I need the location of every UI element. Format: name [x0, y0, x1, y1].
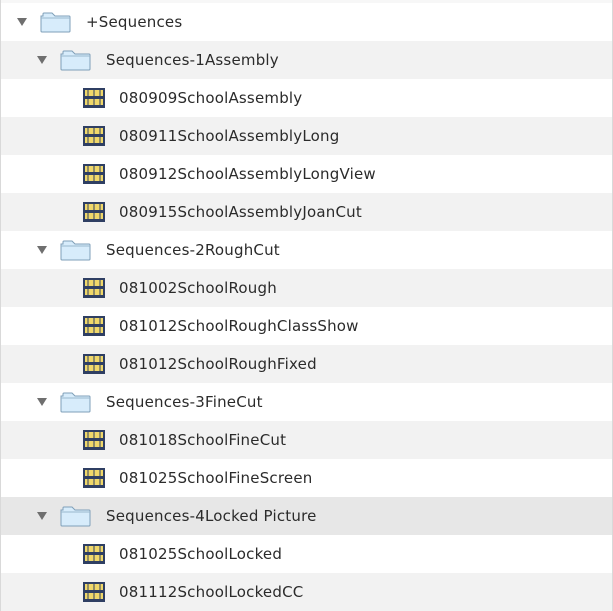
- sequence-icon: [82, 277, 106, 299]
- tree-row-label: +Sequences: [86, 13, 183, 31]
- folder-icon: [59, 239, 92, 261]
- tree-row-label: 080911SchoolAssemblyLong: [119, 127, 340, 145]
- tree-row-label: 081018SchoolFineCut: [119, 431, 287, 449]
- tree-row-sequence[interactable]: 081025SchoolFineScreen: [1, 459, 612, 497]
- tree-row-sequence[interactable]: 080915SchoolAssemblyJoanCut: [1, 193, 612, 231]
- tree-row-label: 081012SchoolRoughFixed: [119, 355, 317, 373]
- tree-row-label: 080912SchoolAssemblyLongView: [119, 165, 376, 183]
- tree-row-label: 081112SchoolLockedCC: [119, 583, 304, 601]
- tree-row-sequence[interactable]: 080911SchoolAssemblyLong: [1, 117, 612, 155]
- folder-icon: [59, 505, 92, 527]
- sequence-icon: [82, 125, 106, 147]
- tree-row-sequence[interactable]: 080912SchoolAssemblyLongView: [1, 155, 612, 193]
- bin-browser: +Sequences Sequences-1Assembly 080909Sch…: [0, 0, 613, 611]
- tree-row-sequence[interactable]: 081012SchoolRoughClassShow: [1, 307, 612, 345]
- sequence-icon: [82, 315, 106, 337]
- sequence-icon: [82, 467, 106, 489]
- folder-icon: [59, 49, 92, 71]
- tree-row-label: 081002SchoolRough: [119, 279, 277, 297]
- tree-row-label: Sequences-2RoughCut: [106, 241, 280, 259]
- tree-row-label: Sequences-4Locked Picture: [106, 507, 317, 525]
- sequence-icon: [82, 353, 106, 375]
- tree-row-bin-selected[interactable]: Sequences-4Locked Picture: [1, 497, 612, 535]
- tree-row-label: 081012SchoolRoughClassShow: [119, 317, 359, 335]
- tree-row-sequence[interactable]: 081002SchoolRough: [1, 269, 612, 307]
- sequence-icon: [82, 581, 106, 603]
- disclosure-triangle-icon[interactable]: [35, 243, 49, 257]
- tree-row-label: 080915SchoolAssemblyJoanCut: [119, 203, 362, 221]
- tree-row-sequence[interactable]: 081112SchoolLockedCC: [1, 573, 612, 611]
- tree-row-sequence[interactable]: 081018SchoolFineCut: [1, 421, 612, 459]
- sequence-icon: [82, 201, 106, 223]
- tree-row-label: Sequences-3FineCut: [106, 393, 263, 411]
- tree-row-sequence[interactable]: 080909SchoolAssembly: [1, 79, 612, 117]
- tree-row-bin[interactable]: Sequences-1Assembly: [1, 41, 612, 79]
- sequence-icon: [82, 163, 106, 185]
- tree-row-label: 081025SchoolFineScreen: [119, 469, 313, 487]
- tree-row-bin[interactable]: Sequences-3FineCut: [1, 383, 612, 421]
- disclosure-triangle-icon[interactable]: [35, 53, 49, 67]
- tree-row-label: Sequences-1Assembly: [106, 51, 279, 69]
- sequence-icon: [82, 543, 106, 565]
- sequence-icon: [82, 87, 106, 109]
- tree-row-root[interactable]: +Sequences: [1, 3, 612, 41]
- folder-icon: [39, 11, 72, 33]
- disclosure-triangle-icon[interactable]: [35, 509, 49, 523]
- folder-icon: [59, 391, 92, 413]
- disclosure-triangle-icon[interactable]: [35, 395, 49, 409]
- disclosure-triangle-icon[interactable]: [15, 15, 29, 29]
- sequence-icon: [82, 429, 106, 451]
- tree-row-label: 080909SchoolAssembly: [119, 89, 303, 107]
- tree-row-sequence[interactable]: 081025SchoolLocked: [1, 535, 612, 573]
- tree-row-label: 081025SchoolLocked: [119, 545, 283, 563]
- tree-row-bin[interactable]: Sequences-2RoughCut: [1, 231, 612, 269]
- tree-row-sequence[interactable]: 081012SchoolRoughFixed: [1, 345, 612, 383]
